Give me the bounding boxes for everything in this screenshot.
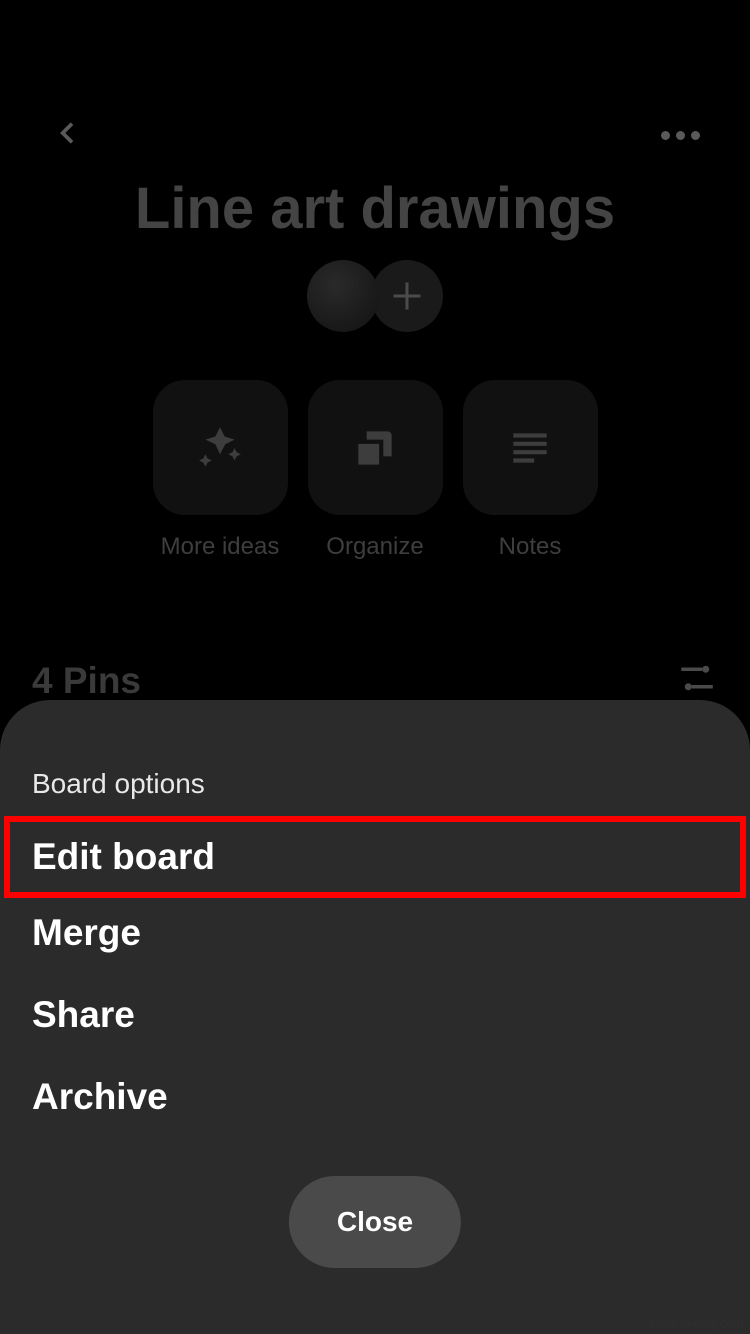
filter-icon[interactable] [676, 657, 718, 704]
notes-action[interactable]: Notes [463, 380, 598, 561]
watermark: www.deuaq.com [649, 1316, 744, 1330]
more-options-icon[interactable] [661, 131, 700, 140]
close-button[interactable]: Close [289, 1176, 461, 1268]
more-ideas-action[interactable]: More ideas [153, 380, 288, 561]
edit-board-option[interactable]: Edit board [4, 816, 746, 898]
more-ideas-label: More ideas [161, 533, 280, 561]
add-collaborator-button[interactable] [371, 260, 443, 332]
pins-count: 4 Pins [32, 660, 141, 702]
board-actions-row: More ideas Organize Notes [0, 380, 750, 561]
board-title: Line art drawings [0, 175, 750, 242]
merge-option[interactable]: Merge [32, 892, 718, 974]
pins-row: 4 Pins [0, 657, 750, 704]
avatar[interactable] [307, 260, 379, 332]
collaborators-row [0, 260, 750, 332]
share-option[interactable]: Share [32, 974, 718, 1056]
archive-option[interactable]: Archive [32, 1056, 718, 1138]
header-bar [0, 100, 750, 170]
organize-label: Organize [326, 533, 423, 561]
notes-label: Notes [499, 533, 562, 561]
back-icon[interactable] [50, 117, 82, 154]
sheet-title: Board options [32, 768, 718, 800]
organize-action[interactable]: Organize [308, 380, 443, 561]
board-options-sheet: Board options Edit board Merge Share Arc… [0, 700, 750, 1334]
